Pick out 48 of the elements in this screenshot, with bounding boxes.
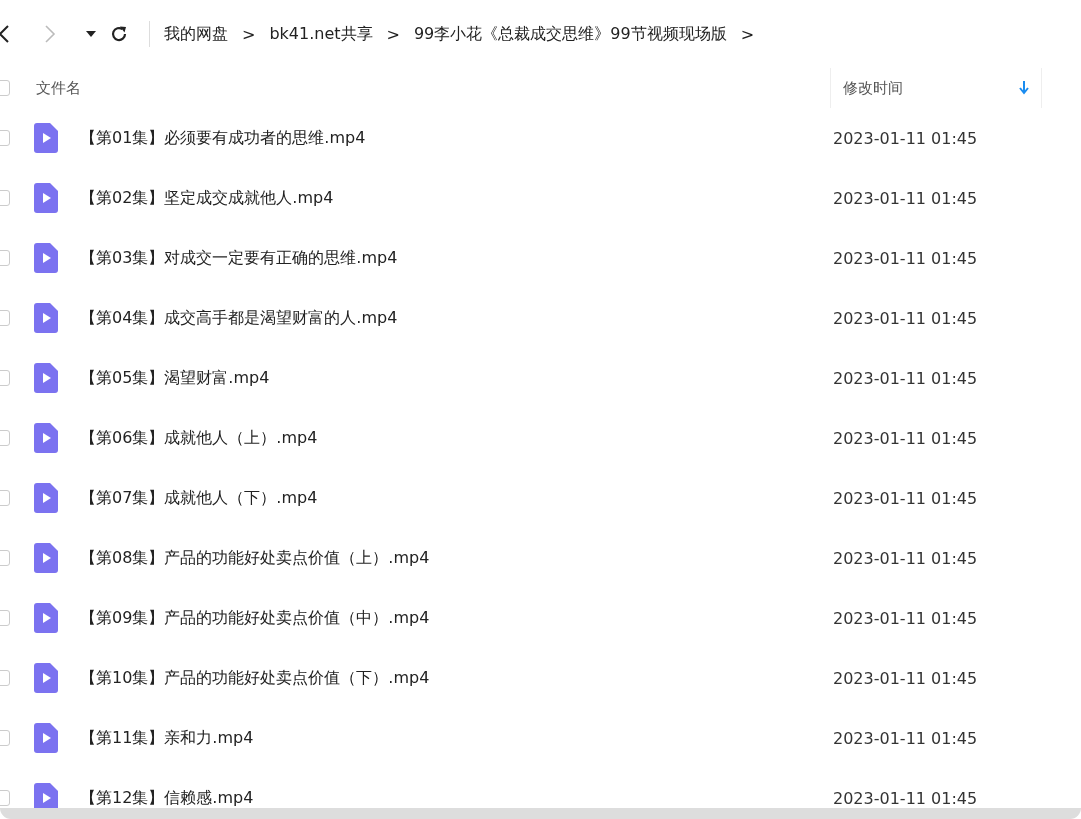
refresh-icon[interactable] <box>109 24 129 44</box>
video-file-icon <box>34 723 58 753</box>
modified-time: 2023-01-11 01:45 <box>833 548 978 568</box>
video-file-icon <box>34 243 58 273</box>
breadcrumb-link[interactable]: bk41.net共享 <box>269 23 373 45</box>
file-name[interactable]: 【第06集】成就他人（上）.mp4 <box>80 427 833 449</box>
breadcrumb-link[interactable]: 我的网盘 <box>164 23 228 45</box>
breadcrumb-separator: > <box>740 24 755 44</box>
file-name[interactable]: 【第08集】产品的功能好处卖点价值（上）.mp4 <box>80 547 833 569</box>
modified-time: 2023-01-11 01:45 <box>833 308 978 328</box>
video-file-icon <box>34 663 58 693</box>
modified-time: 2023-01-11 01:45 <box>833 668 978 688</box>
breadcrumb-separator: > <box>242 24 256 44</box>
video-file-icon <box>34 783 58 808</box>
video-file-icon <box>34 123 58 153</box>
modified-time: 2023-01-11 01:45 <box>833 728 978 748</box>
video-file-icon <box>34 183 58 213</box>
breadcrumb-link[interactable]: 99李小花《总裁成交思维》99节视频现场版 <box>413 23 727 45</box>
modified-time: 2023-01-11 01:45 <box>833 248 978 268</box>
file-name[interactable]: 【第04集】成交高手都是渴望财富的人.mp4 <box>80 307 833 329</box>
video-file-icon <box>34 423 58 453</box>
video-file-icon <box>34 363 58 393</box>
file-name[interactable]: 【第07集】成就他人（下）.mp4 <box>80 487 833 509</box>
column-header[interactable]: 文件名 <box>36 78 830 98</box>
modified-time: 2023-01-11 01:45 <box>833 608 978 628</box>
dropdown-caret-icon[interactable] <box>86 31 96 37</box>
file-name[interactable]: 【第10集】产品的功能好处卖点价值（下）.mp4 <box>80 667 833 689</box>
video-file-icon <box>34 303 58 333</box>
modified-time: 2023-01-11 01:45 <box>833 788 978 808</box>
file-name[interactable]: 【第01集】必须要有成功者的思维.mp4 <box>80 127 833 149</box>
back-icon[interactable] <box>0 24 10 44</box>
column-header[interactable]: 修改时间 <box>830 68 1042 108</box>
file-name[interactable]: 【第11集】亲和力.mp4 <box>80 727 833 749</box>
breadcrumb-separator: > <box>386 24 400 44</box>
file-name[interactable]: 【第02集】坚定成交成就他人.mp4 <box>80 187 833 209</box>
modified-time: 2023-01-11 01:45 <box>833 488 978 508</box>
video-file-icon <box>34 543 58 573</box>
forward-icon[interactable] <box>44 24 56 44</box>
modified-time: 2023-01-11 01:45 <box>833 368 978 388</box>
file-name[interactable]: 【第03集】对成交一定要有正确的思维.mp4 <box>80 247 833 269</box>
file-name[interactable]: 【第12集】信赖感.mp4 <box>80 787 833 808</box>
file-name[interactable]: 【第05集】渴望财富.mp4 <box>80 367 833 389</box>
modified-time: 2023-01-11 01:45 <box>833 428 978 448</box>
video-file-icon <box>34 483 58 513</box>
video-file-icon <box>34 603 58 633</box>
modified-time: 2023-01-11 01:45 <box>833 188 978 208</box>
file-name[interactable]: 【第09集】产品的功能好处卖点价值（中）.mp4 <box>80 607 833 629</box>
modified-time: 2023-01-11 01:45 <box>833 128 978 148</box>
